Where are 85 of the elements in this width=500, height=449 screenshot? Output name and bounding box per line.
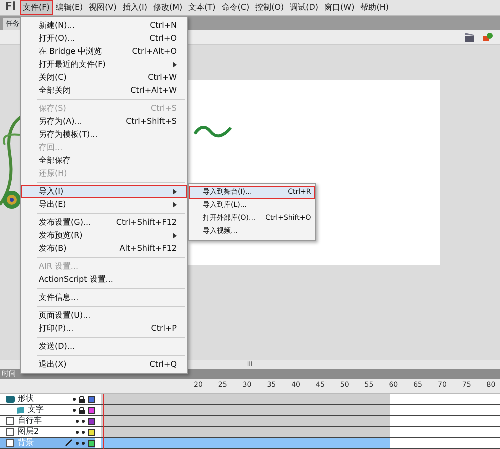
shortcut-text: Ctrl+Shift+F12: [115, 216, 177, 228]
layer-name: 形状: [18, 393, 34, 405]
menu-item-label: 打开最近的文件(F): [39, 58, 106, 70]
menu-item-label: 发布(B): [39, 242, 67, 254]
app-logo: Fl: [4, 0, 18, 16]
menu-item[interactable]: ActionScript 设置...: [21, 273, 187, 286]
shortcut-text: Ctrl+O: [148, 32, 177, 44]
menu-item[interactable]: 打印(P)... Ctrl+P: [21, 322, 187, 335]
menu-bar-item[interactable]: 调试(D): [287, 0, 322, 15]
layer-name: 自行车: [18, 415, 42, 427]
shortcut-text: Ctrl+Alt+O: [131, 46, 177, 58]
menu-item-label: 新建(N)...: [39, 20, 75, 32]
shortcut-text: Ctrl+N: [149, 20, 177, 32]
masked-layer-icon: [16, 406, 25, 414]
visibility-dot-icon: [76, 420, 79, 422]
menu-bar-item[interactable]: 编辑(E): [52, 0, 86, 15]
menu-bar-item[interactable]: 控制(O): [252, 0, 288, 15]
menu-item-label: 打印(P)...: [39, 322, 74, 334]
layer-row[interactable]: 文字: [0, 405, 500, 416]
menu-bar-item[interactable]: 文本(T): [186, 0, 219, 15]
mask-layer-icon: [6, 394, 15, 404]
visibility-dot-icon: [76, 442, 79, 444]
menu-item[interactable]: 退出(X) Ctrl+Q: [21, 358, 187, 371]
menu-item-label: 发送(D)...: [39, 340, 76, 352]
menu-item-label: 发布预览(R): [39, 230, 83, 242]
layer-row[interactable]: 形状: [0, 394, 500, 405]
menu-item-label: 发布设置(G)...: [39, 216, 92, 228]
visibility-dot-icon: [76, 430, 79, 434]
menu-item-label: 文件信息...: [39, 292, 79, 304]
menu-item[interactable]: 页面设置(U)...: [21, 309, 187, 322]
menu-bar-item[interactable]: 视图(V): [86, 0, 120, 15]
menu-item-label: 全部关闭: [39, 84, 71, 96]
menu-item[interactable]: 发布预览(R): [21, 229, 187, 242]
menu-item[interactable]: 打开最近的文件(F): [21, 58, 187, 71]
menu-item-label: 另存为模板(T)...: [39, 128, 98, 140]
menu-item[interactable]: 发布(B) Alt+Shift+F12: [21, 242, 187, 255]
shortcut-text: Ctrl+P: [150, 322, 177, 334]
menu-item-label: AIR 设置...: [39, 260, 79, 272]
menu-item-label: 保存(S): [39, 102, 66, 114]
menu-item[interactable]: 另存为模板(T)...: [21, 128, 187, 141]
menu-item-label: 全部保存: [39, 154, 71, 166]
menu-item[interactable]: 新建(N)... Ctrl+N: [21, 19, 187, 32]
menu-item[interactable]: 发布设置(G)... Ctrl+Shift+F12: [21, 216, 187, 229]
shortcut-text: Ctrl+W: [147, 72, 177, 84]
layer-name: 背景: [18, 437, 34, 449]
layer-name: 文字: [28, 404, 44, 416]
menu-bar-item[interactable]: 命令(C): [218, 0, 253, 15]
menu-item-label: 导出(E): [39, 198, 66, 210]
shapes-icon: [482, 32, 494, 42]
shortcut-text: Ctrl+Q: [148, 358, 177, 370]
menu-item[interactable]: 全部关闭 Ctrl+Alt+W: [21, 84, 187, 97]
menu-item[interactable]: 关闭(C) Ctrl+W: [21, 71, 187, 84]
layer-row[interactable]: 图层2: [0, 427, 500, 438]
menu-item[interactable]: 全部保存: [21, 154, 187, 167]
menu-item[interactable]: 在 Bridge 中浏览 Ctrl+Alt+O: [21, 45, 187, 58]
menu-item-label: 还原(H): [39, 168, 68, 180]
menu-item-label: 导入(I): [39, 186, 64, 198]
layer-row[interactable]: 自行车: [0, 416, 500, 427]
menu-bar-item[interactable]: 窗口(W): [322, 0, 358, 15]
menu-item-label: 页面设置(U)...: [39, 310, 91, 322]
clapper-icon: [464, 32, 476, 42]
menu-bar-item[interactable]: 修改(M): [150, 0, 186, 15]
menu-item[interactable]: 导出(E): [21, 198, 187, 211]
menu-item[interactable]: 导入(I): [21, 185, 187, 198]
menu-item-label: 存回...: [39, 142, 63, 154]
shortcut-text: Alt+Shift+F12: [118, 242, 177, 254]
shortcut-text: Ctrl+S: [150, 102, 177, 114]
menu-item-label: 关闭(C): [39, 72, 67, 84]
shortcut-text: Ctrl+Alt+W: [130, 84, 177, 96]
pencil-icon: [65, 439, 73, 447]
visibility-dot-icon: [73, 408, 76, 412]
menu-bar-item[interactable]: 插入(I): [120, 0, 150, 15]
menu-item-label: 退出(X): [39, 358, 67, 370]
shortcut-text: Ctrl+Shift+S: [125, 116, 177, 128]
menu-bar-item[interactable]: 文件(F): [20, 0, 53, 15]
menu-item-label: ActionScript 设置...: [39, 274, 114, 286]
menu-bar-item[interactable]: 帮助(H): [358, 0, 392, 15]
menu-item-label: 在 Bridge 中浏览: [39, 46, 102, 58]
menu-item[interactable]: 另存为(A)... Ctrl+Shift+S: [21, 115, 187, 128]
menu-item[interactable]: 发送(D)...: [21, 340, 187, 353]
menu-item-label: 打开(O)...: [39, 32, 76, 44]
menu-item-label: 另存为(A)...: [39, 116, 82, 128]
menu-item[interactable]: 文件信息...: [21, 291, 187, 304]
visibility-dot-icon: [73, 398, 76, 400]
layer-name: 图层2: [18, 426, 40, 438]
